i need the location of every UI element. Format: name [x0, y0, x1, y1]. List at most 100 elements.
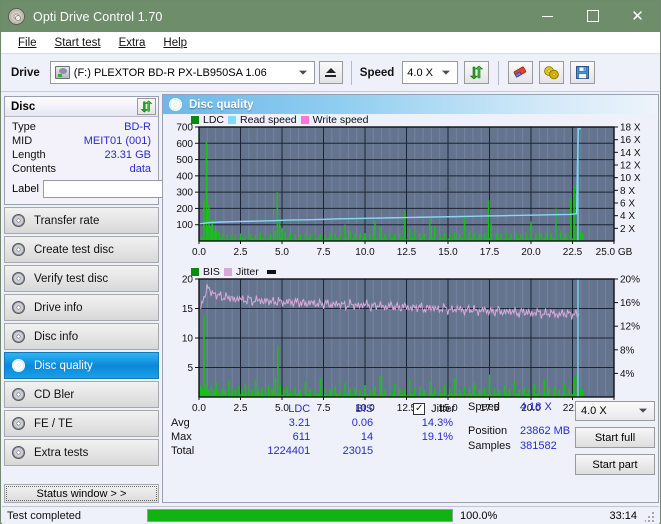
svg-text:15.0: 15.0 — [438, 247, 458, 258]
svg-text:0.0: 0.0 — [192, 247, 206, 258]
legend-label-write-speed: Write speed — [312, 114, 369, 126]
legend-label-jitter: Jitter — [235, 266, 259, 278]
chart-legend-bottom: BIS Jitter — [191, 266, 276, 278]
menu-file-label: File — [18, 36, 37, 49]
sidebar-item-label: Disc quality — [34, 359, 93, 372]
legend-label-read-speed: Read speed — [240, 114, 297, 126]
start-part-button[interactable]: Start part — [575, 454, 655, 475]
sidebar-item-create-test-disc[interactable]: Create test disc — [4, 236, 159, 263]
maximize-button[interactable] — [570, 1, 615, 31]
stats-max-bis: 14 — [360, 431, 374, 443]
svg-text:5.0: 5.0 — [275, 247, 289, 258]
disc-contents-key: Contents — [12, 163, 57, 175]
stats-row-key-max: Max — [171, 431, 192, 443]
stats-avg-bis: 0.06 — [351, 417, 374, 429]
sidebar-item-extra-tests[interactable]: Extra tests — [4, 439, 159, 466]
svg-text:22.5: 22.5 — [563, 247, 583, 258]
readout-samples-label: Samples — [468, 440, 511, 452]
disc-icon — [12, 301, 25, 314]
svg-text:5: 5 — [187, 363, 193, 374]
disc-contents-value: data — [129, 163, 151, 175]
progress-bar-fill — [148, 510, 452, 521]
minimize-button[interactable] — [525, 1, 570, 31]
menu-start-test[interactable]: Start test — [46, 35, 110, 51]
eject-icon — [325, 68, 337, 77]
stats-max-jitter: 19.1% — [421, 431, 453, 443]
stats-row-key-total: Total — [171, 445, 195, 457]
sidebar-item-label: FE / TE — [34, 417, 73, 430]
sidebar-item-fe-te[interactable]: FE / TE — [4, 410, 159, 437]
sidebar-item-disc-quality[interactable]: Disc quality — [4, 352, 159, 379]
sidebar-item-transfer-rate[interactable]: Transfer rate — [4, 207, 159, 234]
disc-icon — [12, 214, 25, 227]
close-button[interactable]: ✕ — [615, 1, 660, 31]
svg-text:200: 200 — [176, 204, 193, 215]
sidebar-item-drive-info[interactable]: Drive info — [4, 294, 159, 321]
menu-help[interactable]: Help — [154, 35, 196, 51]
stats-avg-ldc: 3.21 — [288, 417, 311, 429]
chevron-down-icon — [442, 70, 451, 75]
readout-speed-label: Speed — [468, 401, 500, 413]
app-disc-icon — [8, 8, 25, 25]
quality-chart-top: LDC Read speed Write speed 100 200 300 400 5… — [163, 114, 658, 260]
toolbar: Drive (F:) PLEXTOR BD-R PX-LB950SA 1.06 … — [1, 54, 660, 92]
main-panel: Disc quality LDC Read speed Write speed … — [162, 94, 659, 503]
sidebar-item-verify-test-disc[interactable]: Verify test disc — [4, 265, 159, 292]
progress-percent: 100.0% — [460, 509, 498, 522]
disc-icon — [12, 446, 25, 459]
svg-text:2 X: 2 X — [620, 224, 635, 235]
svg-text:6 X: 6 X — [620, 199, 635, 210]
svg-text:12.5: 12.5 — [397, 247, 417, 258]
discs-button[interactable] — [539, 61, 565, 84]
toolbar-separator — [350, 60, 352, 85]
menu-file[interactable]: File — [9, 35, 46, 51]
svg-text:600: 600 — [176, 139, 193, 150]
svg-text:2.5: 2.5 — [234, 247, 248, 258]
speed-select[interactable]: 4.0 X — [402, 61, 459, 84]
legend-label-ldc: LDC — [203, 114, 225, 126]
main-panel-title: Disc quality — [189, 98, 254, 111]
eraser-icon — [513, 66, 527, 78]
save-button[interactable] — [570, 61, 596, 84]
resize-grip[interactable] — [645, 511, 656, 522]
main-panel-header: Disc quality — [163, 95, 658, 114]
svg-text:10: 10 — [182, 334, 194, 345]
disc-type-key: Type — [12, 121, 36, 133]
chart-canvas-bottom: 51015204%8%12%16%20%0.0 2.5 5.0 7.5 10.0 12.5… — [182, 275, 640, 415]
svg-text:12%: 12% — [620, 322, 640, 333]
svg-text:17.5: 17.5 — [480, 247, 500, 258]
drive-select-value: (F:) PLEXTOR BD-R PX-LB950SA 1.06 — [73, 66, 267, 79]
disc-icon — [12, 243, 25, 256]
erase-disc-button[interactable] — [508, 61, 534, 84]
status-window-button[interactable]: Status window > > — [4, 484, 159, 503]
svg-text:18 X: 18 X — [620, 123, 641, 134]
jitter-checkbox[interactable]: ✓ — [413, 403, 426, 415]
menu-extra[interactable]: Extra — [110, 35, 155, 51]
sidebar-item-disc-info[interactable]: Disc info — [4, 323, 159, 350]
sidebar-item-cd-bler[interactable]: CD Bler — [4, 381, 159, 408]
test-speed-select[interactable]: 4.0 X — [575, 401, 655, 421]
disc-mid-value: MEIT01 (001) — [83, 135, 151, 147]
drive-select[interactable]: (F:) PLEXTOR BD-R PX-LB950SA 1.06 — [49, 61, 315, 84]
eject-button[interactable] — [318, 61, 343, 84]
stats-corner — [169, 401, 227, 416]
refresh-icon — [469, 65, 484, 80]
disc-row-type: Type BD-R — [5, 120, 158, 134]
legend-swatch-write-speed — [300, 116, 309, 124]
start-full-button[interactable]: Start full — [575, 427, 655, 448]
refresh-disc-button[interactable] — [137, 98, 156, 115]
sidebar-item-label: Drive info — [34, 301, 83, 314]
discs-icon — [544, 66, 560, 80]
sidebar-item-label: Extra tests — [34, 446, 89, 459]
refresh-drive-button[interactable] — [464, 61, 490, 84]
legend-swatch-bis — [191, 268, 199, 276]
chevron-down-icon — [639, 408, 647, 413]
jitter-label: Jitter — [431, 403, 455, 415]
stats-row-key-avg: Avg — [171, 417, 190, 429]
disc-label-row: Label — [5, 176, 245, 204]
disc-icon — [12, 417, 25, 430]
stats-grid: LDC BIS ✓ Jitter Avg 3.21 0.06 14.3% Max… — [169, 401, 455, 458]
svg-text:8 X: 8 X — [620, 186, 635, 197]
svg-text:16 X: 16 X — [620, 135, 641, 146]
chevron-down-icon — [298, 70, 307, 75]
